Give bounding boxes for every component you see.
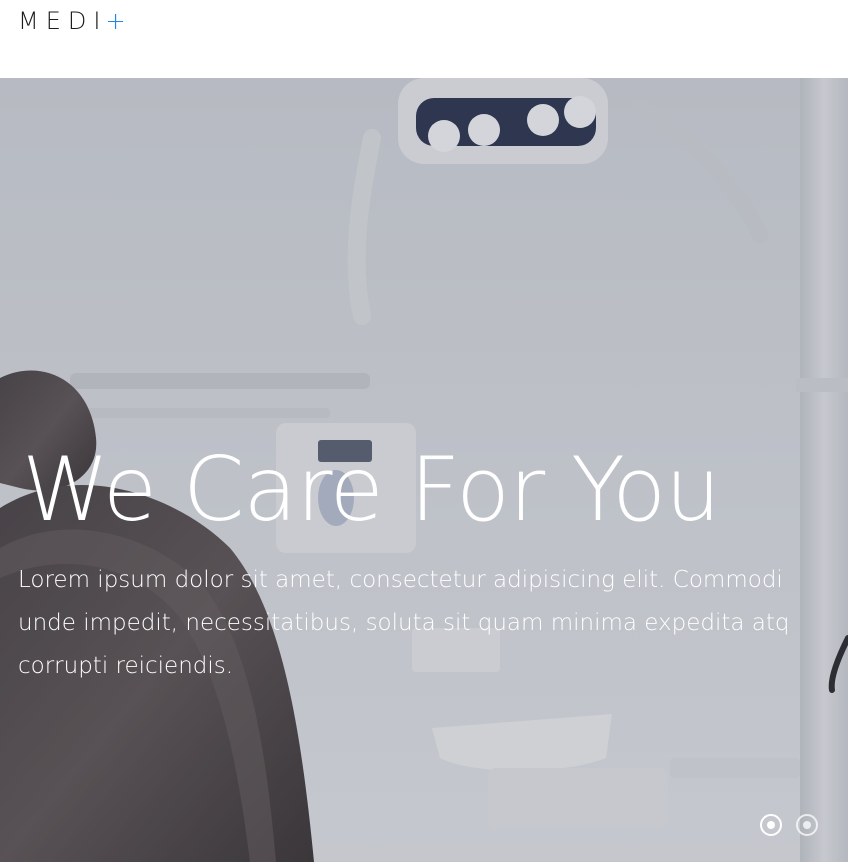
hero-subtext: Lorem ipsum dolor sit amet, consectetur …	[18, 559, 848, 688]
site-header: MEDI +	[0, 0, 848, 78]
logo-plus-icon: +	[105, 7, 126, 35]
slider-dot-active-icon	[767, 821, 775, 829]
logo-text: MEDI	[18, 7, 108, 35]
hero-subtext-line: Lorem ipsum dolor sit amet, consectetur …	[18, 567, 783, 593]
hero-subtext-line: unde impedit, necessitatibus, soluta sit…	[18, 610, 790, 636]
slider-dot-1[interactable]	[760, 814, 782, 836]
site-logo[interactable]: MEDI +	[18, 6, 126, 36]
hero-subtext-line: corrupti reiciendis.	[18, 653, 234, 679]
hero-headline: We Care For You	[22, 438, 721, 541]
slider-dot-2[interactable]	[796, 814, 818, 836]
slider-pagination	[760, 814, 818, 836]
slider-dot-icon	[803, 821, 811, 829]
hero-slider: We Care For You Lorem ipsum dolor sit am…	[0, 78, 848, 862]
